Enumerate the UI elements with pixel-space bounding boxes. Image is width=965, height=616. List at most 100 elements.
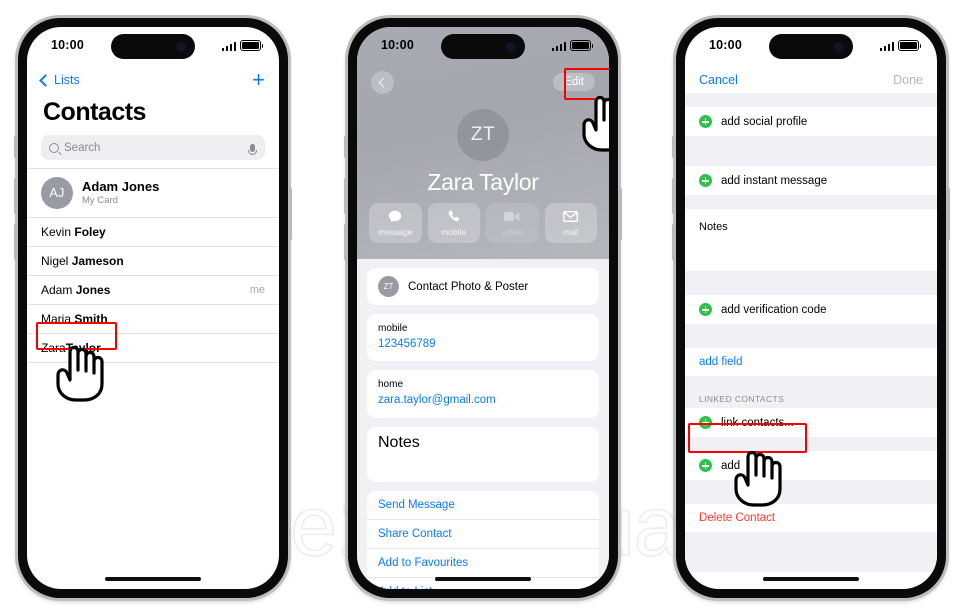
power-button[interactable]	[289, 188, 292, 240]
volume-down-button[interactable]	[14, 224, 17, 260]
silent-switch[interactable]	[344, 136, 347, 158]
contact-row[interactable]: Adam Jones me	[27, 276, 279, 305]
volume-up-button[interactable]	[672, 178, 675, 214]
home-indicator	[763, 577, 859, 581]
field-card-home-email[interactable]: home zara.taylor@gmail.com	[367, 370, 599, 418]
silent-switch[interactable]	[672, 136, 675, 158]
send-message-link[interactable]: Send Message	[367, 491, 599, 520]
add-social-profile-row[interactable]: add social profile	[685, 107, 937, 136]
notes-field[interactable]: Notes	[685, 209, 937, 271]
field-mobile[interactable]: mobile 123456789	[367, 314, 599, 361]
power-button[interactable]	[947, 188, 950, 240]
row-label: add instant message	[721, 174, 828, 187]
phone-3-edit-contact: 10:00 Cancel Done add social profile add…	[672, 18, 950, 598]
contact-row-zara-taylor[interactable]: ZaraTaylor	[27, 334, 279, 363]
contact-actions-card: Send Message Share Contact Add to Favour…	[367, 490, 599, 589]
plus-circle-green-icon[interactable]	[699, 416, 712, 429]
field-value[interactable]: zara.taylor@gmail.com	[378, 392, 588, 409]
search-placeholder: Search	[64, 141, 101, 154]
cancel-button[interactable]: Cancel	[699, 73, 738, 87]
my-card-subtitle: My Card	[82, 194, 118, 206]
field-home-email[interactable]: home zara.taylor@gmail.com	[367, 370, 599, 417]
add-contact-button[interactable]: +	[252, 69, 265, 91]
field-card-mobile[interactable]: mobile 123456789	[367, 314, 599, 362]
contact-photo-poster-row[interactable]: ZT Contact Photo & Poster	[367, 268, 599, 305]
contact-header: 10:00 Edit ZT Zara Taylor message mobile…	[357, 27, 609, 259]
edit-contact-body: add social profile add instant message N…	[685, 93, 937, 572]
back-to-lists-button[interactable]: Lists	[39, 73, 80, 87]
add-to-favourites-link[interactable]: Add to Favourites	[367, 549, 599, 578]
contact-last-name: Jameson	[71, 254, 124, 268]
plus-circle-green-icon[interactable]	[699, 174, 712, 187]
action-video-button[interactable]: video	[486, 203, 539, 243]
row-label: add verification code	[721, 303, 827, 316]
envelope-icon	[563, 210, 579, 224]
contacts-list: AJ Adam Jones My Card Kevin Foley Nigel …	[27, 168, 279, 363]
volume-down-button[interactable]	[672, 224, 675, 260]
search-input[interactable]: Search	[41, 135, 265, 160]
action-mobile-button[interactable]: mobile	[427, 203, 480, 243]
section-gap	[685, 271, 937, 295]
add-instant-message-row[interactable]: add instant message	[685, 166, 937, 195]
front-camera-icon	[834, 41, 844, 52]
dynamic-island	[111, 34, 195, 59]
status-bar: 10:00	[27, 27, 279, 67]
notes-card[interactable]: Notes	[367, 426, 599, 482]
phone-1-contacts-list: 10:00 Lists + Contacts Search AJ Adam Jo…	[14, 18, 292, 598]
action-mail-button[interactable]: mail	[544, 203, 597, 243]
action-label: message	[378, 226, 413, 237]
link-contacts-row[interactable]: link contacts...	[685, 408, 937, 437]
delete-contact-row[interactable]: Delete Contact	[685, 504, 937, 532]
action-label: mobile	[441, 226, 467, 237]
contact-last-name: Jones	[75, 283, 111, 297]
section-gap	[685, 376, 937, 390]
action-message-button[interactable]: message	[369, 203, 422, 243]
avatar: ZT	[378, 276, 399, 297]
contact-row[interactable]: Kevin Foley	[27, 218, 279, 247]
dynamic-island	[441, 34, 525, 59]
cellular-bars-icon	[551, 41, 566, 51]
volume-up-button[interactable]	[344, 178, 347, 214]
action-label: mail	[562, 226, 579, 237]
plus-circle-green-icon[interactable]	[699, 115, 712, 128]
add-field-row[interactable]: add field	[685, 348, 937, 376]
done-button[interactable]: Done	[893, 73, 923, 87]
field-label: mobile	[378, 323, 408, 334]
volume-down-button[interactable]	[344, 224, 347, 260]
contact-last-name: Foley	[74, 225, 106, 239]
search-icon	[49, 142, 59, 153]
notes-label: Notes	[378, 433, 420, 451]
add-field-label: add field	[699, 356, 743, 368]
add-verification-code-row[interactable]: add verification code	[685, 295, 937, 324]
volume-up-button[interactable]	[14, 178, 17, 214]
plus-circle-green-icon[interactable]	[699, 459, 712, 472]
silent-switch[interactable]	[14, 136, 17, 158]
contact-first-name: Maria	[41, 312, 75, 326]
contact-row[interactable]: Nigel Jameson	[27, 247, 279, 276]
section-gap	[685, 93, 937, 107]
row-label: add social profile	[721, 115, 808, 128]
plus-circle-green-icon[interactable]	[699, 303, 712, 316]
section-gap	[685, 195, 937, 209]
status-icons	[221, 39, 264, 51]
contact-photo-poster-card[interactable]: ZT Contact Photo & Poster	[367, 268, 599, 305]
power-button[interactable]	[619, 188, 622, 240]
chevron-left-icon	[39, 73, 52, 87]
section-gap	[685, 136, 937, 166]
my-card-row[interactable]: AJ Adam Jones My Card	[27, 168, 279, 218]
field-value[interactable]: 123456789	[378, 336, 588, 353]
phone-1-screen: 10:00 Lists + Contacts Search AJ Adam Jo…	[27, 27, 279, 589]
share-contact-link[interactable]: Share Contact	[367, 520, 599, 549]
back-button[interactable]	[371, 70, 394, 94]
microphone-icon[interactable]	[247, 143, 258, 155]
section-gap	[685, 480, 937, 504]
contact-first-name: Kevin	[41, 225, 75, 239]
edit-button[interactable]: Edit	[553, 73, 595, 91]
contact-first-name: Zara	[41, 341, 66, 355]
front-camera-icon	[176, 41, 186, 52]
contact-last-name: Taylor	[65, 341, 101, 355]
linked-contacts-section-header: LINKED CONTACTS	[685, 390, 937, 408]
contact-row[interactable]: Maria Smith	[27, 305, 279, 334]
add-obscured-row[interactable]: add	[685, 451, 937, 480]
page-title: Contacts	[43, 98, 146, 126]
